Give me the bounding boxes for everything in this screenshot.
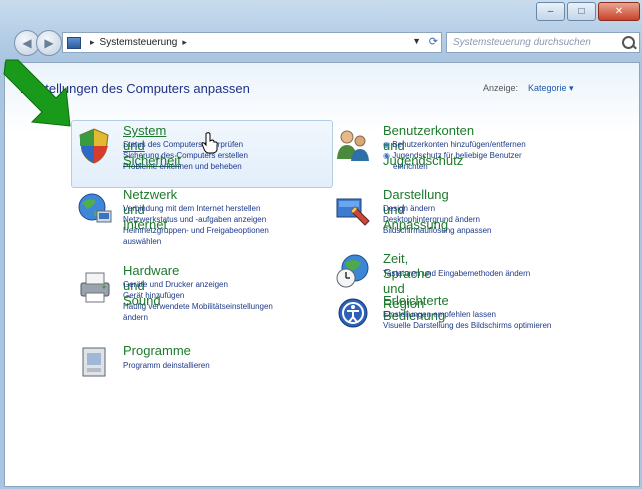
breadcrumb-control-panel[interactable]: Systemsteuerung <box>100 37 178 48</box>
breadcrumb-separator-icon[interactable]: ▸ <box>182 37 187 48</box>
shield-small-icon: ◉ <box>383 151 390 160</box>
category-link[interactable]: Geräte und Drucker anzeigen <box>123 280 228 290</box>
close-button[interactable]: ✕ <box>598 2 640 21</box>
category-link[interactable]: auswählen <box>123 237 161 247</box>
breadcrumb-separator-icon[interactable]: ▸ <box>90 37 95 48</box>
title-bar: – □ ✕ <box>0 0 642 24</box>
clock-globe-icon <box>336 254 369 288</box>
hand-cursor-icon <box>201 132 218 154</box>
category-link[interactable]: ◉ Benutzerkonten hinzufügen/entfernen <box>383 140 526 150</box>
category-link[interactable]: einrichten <box>393 162 428 172</box>
category-link[interactable]: Netzwerkstatus und -aufgaben anzeigen <box>123 215 266 225</box>
minimize-button[interactable]: – <box>536 2 565 21</box>
shield-small-icon: ◉ <box>383 140 390 149</box>
green-arrow-icon <box>3 59 71 127</box>
control-panel-window: – □ ✕ ◀ ▶ ▸ Systemsteuerung ▸ ▼ ⟳ System… <box>0 0 642 489</box>
category-link[interactable]: Häufig verwendete Mobilitätseinstellunge… <box>123 302 273 312</box>
view-by-dropdown[interactable]: Kategorie <box>528 83 574 94</box>
window-controls: – □ ✕ <box>536 2 640 21</box>
address-bar[interactable]: ▸ Systemsteuerung ▸ ▼ ⟳ <box>62 32 442 53</box>
category-link-text[interactable]: Benutzerkonten hinzufügen/entfernen <box>392 140 525 149</box>
view-by-label: Anzeige: <box>483 83 519 93</box>
back-arrow-icon: ◀ <box>22 36 32 50</box>
shield-icon <box>79 128 109 164</box>
content-pane: Einstellungen des Computers anpassen Anz… <box>4 62 640 487</box>
control-panel-icon <box>67 36 81 49</box>
category-link[interactable]: Programm deinstallieren <box>123 361 210 371</box>
navigation-bar: ◀ ▶ ▸ Systemsteuerung ▸ ▼ ⟳ Systemsteuer… <box>0 26 642 60</box>
category-link[interactable]: ◉ Jugendschutz für beliebige Benutzer <box>383 151 522 161</box>
address-dropdown-icon[interactable]: ▼ <box>412 36 421 46</box>
forward-button[interactable]: ▶ <box>36 30 62 56</box>
category-link[interactable]: Status des Computers überprüfen <box>123 140 243 150</box>
refresh-icon[interactable]: ⟳ <box>429 35 438 48</box>
category-link-text[interactable]: Jugendschutz für beliebige Benutzer <box>392 151 521 160</box>
category-link[interactable]: ändern <box>123 313 148 323</box>
category-link[interactable]: Verbindung mit dem Internet herstellen <box>123 204 260 214</box>
category-link[interactable]: Heimnetzgruppen- und Freigabeoptionen <box>123 226 269 236</box>
forward-arrow-icon: ▶ <box>44 36 54 50</box>
category-link[interactable]: Design ändern <box>383 204 435 214</box>
programs-icon <box>82 347 106 377</box>
category-link[interactable]: Sicherung des Computers erstellen <box>123 151 248 161</box>
category-link[interactable]: Einstellungen empfehlen lassen <box>383 310 496 320</box>
category-link[interactable]: Visuelle Darstellung des Bildschirms opt… <box>383 321 551 331</box>
category-title[interactable]: Programme <box>123 343 191 358</box>
globe-network-icon <box>78 193 112 223</box>
category-link[interactable]: Probleme erkennen und beheben <box>123 162 242 172</box>
search-input[interactable]: Systemsteuerung durchsuchen <box>446 32 640 53</box>
accessibility-icon <box>338 298 368 328</box>
maximize-button[interactable]: □ <box>567 2 596 21</box>
appearance-icon <box>336 198 370 226</box>
category-link[interactable]: Tastaturen und Eingabemethoden ändern <box>383 269 530 279</box>
users-icon <box>337 130 369 161</box>
search-placeholder: Systemsteuerung durchsuchen <box>453 37 591 48</box>
category-link[interactable]: Gerät hinzufügen <box>123 291 184 301</box>
category-link[interactable]: Bildschirmauflösung anpassen <box>383 226 492 236</box>
search-icon[interactable] <box>622 36 635 49</box>
category-link[interactable]: Desktophintergrund ändern <box>383 215 480 225</box>
printer-icon <box>80 272 110 303</box>
